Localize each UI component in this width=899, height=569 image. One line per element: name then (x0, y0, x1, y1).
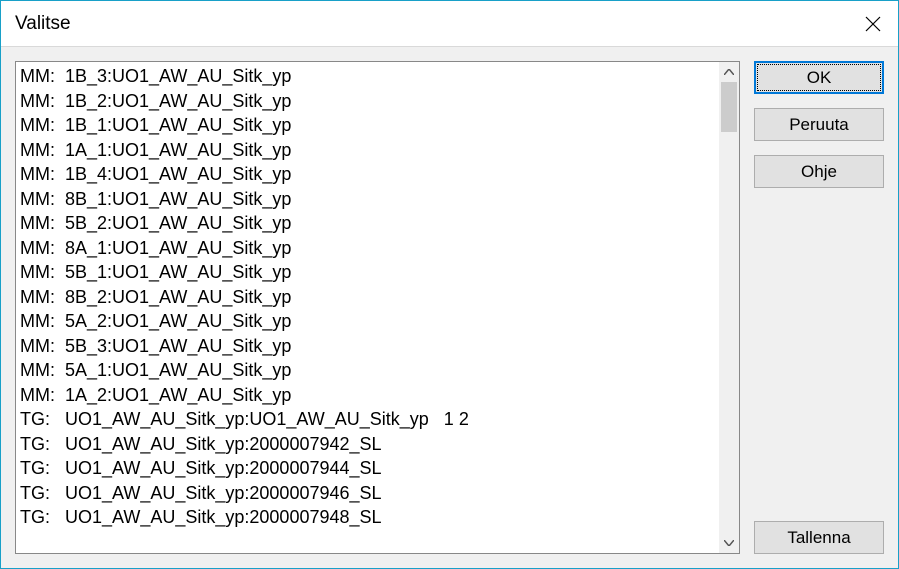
help-button[interactable]: Ohje (754, 155, 884, 188)
list-item[interactable]: TG: UO1_AW_AU_Sitk_yp:2000007944_SL (20, 456, 715, 481)
list-item[interactable]: TG: UO1_AW_AU_Sitk_yp:2000007948_SL (20, 505, 715, 530)
chevron-down-icon (724, 540, 734, 546)
list-item[interactable]: MM: 8A_1:UO1_AW_AU_Sitk_yp (20, 236, 715, 261)
listbox[interactable]: MM: 1B_3:UO1_AW_AU_Sitk_ypMM: 1B_2:UO1_A… (16, 62, 719, 553)
list-item[interactable]: MM: 5B_1:UO1_AW_AU_Sitk_yp (20, 260, 715, 285)
list-item[interactable]: MM: 5B_3:UO1_AW_AU_Sitk_yp (20, 334, 715, 359)
list-item[interactable]: MM: 5A_2:UO1_AW_AU_Sitk_yp (20, 309, 715, 334)
list-item[interactable]: TG: UO1_AW_AU_Sitk_yp:2000007942_SL (20, 432, 715, 457)
list-item[interactable]: MM: 1B_4:UO1_AW_AU_Sitk_yp (20, 162, 715, 187)
list-item[interactable]: MM: 1B_3:UO1_AW_AU_Sitk_yp (20, 64, 715, 89)
scroll-down-button[interactable] (719, 533, 739, 553)
chevron-up-icon (724, 69, 734, 75)
scroll-track[interactable] (719, 82, 739, 533)
cancel-button[interactable]: Peruuta (754, 108, 884, 141)
list-item[interactable]: MM: 1B_2:UO1_AW_AU_Sitk_yp (20, 89, 715, 114)
scrollbar[interactable] (719, 62, 739, 553)
dialog-window: Valitse MM: 1B_3:UO1_AW_AU_Sitk_ypMM: 1B… (0, 0, 899, 569)
ok-button[interactable]: OK (754, 61, 884, 94)
save-button[interactable]: Tallenna (754, 521, 884, 554)
list-item[interactable]: MM: 1A_2:UO1_AW_AU_Sitk_yp (20, 383, 715, 408)
list-item[interactable]: TG: UO1_AW_AU_Sitk_yp:UO1_AW_AU_Sitk_yp … (20, 407, 715, 432)
list-item[interactable]: MM: 1B_1:UO1_AW_AU_Sitk_yp (20, 113, 715, 138)
list-item[interactable]: MM: 5B_2:UO1_AW_AU_Sitk_yp (20, 211, 715, 236)
list-item[interactable]: MM: 5A_1:UO1_AW_AU_Sitk_yp (20, 358, 715, 383)
list-item[interactable]: MM: 8B_2:UO1_AW_AU_Sitk_yp (20, 285, 715, 310)
list-item[interactable]: MM: 8B_1:UO1_AW_AU_Sitk_yp (20, 187, 715, 212)
dialog-content: MM: 1B_3:UO1_AW_AU_Sitk_ypMM: 1B_2:UO1_A… (1, 47, 898, 568)
button-column: OK Peruuta Ohje Tallenna (754, 61, 884, 554)
window-title: Valitse (15, 13, 71, 35)
spacer (754, 202, 884, 507)
close-button[interactable] (848, 1, 898, 47)
close-icon (865, 16, 881, 32)
scroll-up-button[interactable] (719, 62, 739, 82)
list-item[interactable]: TG: UO1_AW_AU_Sitk_yp:2000007946_SL (20, 481, 715, 506)
titlebar: Valitse (1, 1, 898, 47)
scroll-thumb[interactable] (721, 82, 737, 132)
list-item[interactable]: MM: 1A_1:UO1_AW_AU_Sitk_yp (20, 138, 715, 163)
listbox-wrapper: MM: 1B_3:UO1_AW_AU_Sitk_ypMM: 1B_2:UO1_A… (15, 61, 740, 554)
